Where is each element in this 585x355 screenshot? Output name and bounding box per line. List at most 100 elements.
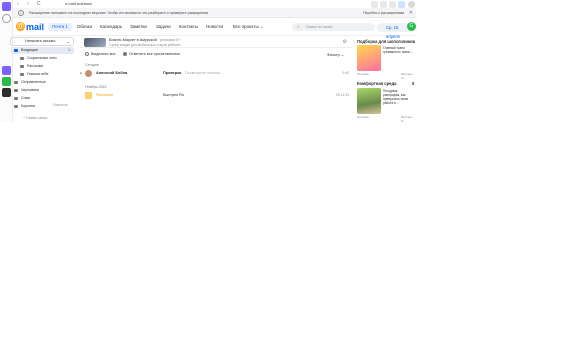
sidebar-item-drafts[interactable]: Черновики [11, 87, 74, 94]
sidebar-item-self[interactable]: Письма себе [17, 71, 74, 78]
ad-image[interactable] [357, 88, 381, 114]
nav-mail[interactable]: Почта 1 [48, 23, 72, 31]
tab-icon-1[interactable] [2, 2, 11, 11]
checkbox-icon [85, 52, 89, 56]
sidebar-item-newsletters[interactable]: Рассылки [17, 63, 74, 70]
ad-source: Быстрее 0+ [401, 115, 413, 123]
nav-notes[interactable]: Заметки [130, 23, 147, 31]
compose-button[interactable]: Написать письмо ⌄ [10, 37, 74, 46]
section-today: Сегодня [85, 63, 99, 67]
search-icon: ⌕ [297, 24, 300, 30]
message-list: Бизнес-Маркет в Амурской · реклама 0+ Су… [80, 36, 352, 124]
folder-label: Отправленные [21, 80, 46, 84]
ad-image[interactable] [357, 45, 381, 71]
logo-text: mail [26, 22, 45, 32]
self-mail-icon [20, 73, 24, 76]
address-bar[interactable]: e.mail.ru/inbox/ [65, 1, 92, 6]
sidebar-item-sent[interactable]: Отправленные [11, 79, 74, 86]
section-november: Ноябрь 2023 [85, 85, 107, 89]
snippet: Посмотрите письмо... [185, 71, 224, 75]
subject: Быстрее Ru [163, 93, 185, 97]
nav-news[interactable]: Новости [206, 23, 223, 31]
at-icon: @ [16, 22, 25, 31]
folder-label: Корзина [21, 104, 35, 108]
sent-icon [14, 81, 18, 84]
table-row[interactable]: Рассылки Быстрее Ru 09.11.23 [80, 91, 352, 100]
ad-tag: Реклама [357, 72, 369, 76]
search-placeholder: Поиск по почте [306, 25, 333, 29]
trash-icon [14, 105, 18, 108]
back-icon[interactable]: ‹ [17, 1, 19, 7]
info-icon: i [18, 10, 24, 16]
folder-label: Социальные сети [27, 56, 57, 60]
folder-label: Черновики [21, 88, 39, 92]
extension-icon-2[interactable] [380, 1, 387, 8]
folder-label: Входящие [21, 48, 39, 52]
extension-icon-3[interactable] [389, 1, 396, 8]
select-all-label: Выделить все [91, 52, 116, 56]
sidebar-item-social[interactable]: Социальные сети [17, 55, 74, 62]
ad-section-title: Комфортная среда [357, 81, 397, 86]
extension-infobar: i Расширение наложено на последних верси… [13, 8, 416, 18]
compose-label: Написать письмо [25, 39, 56, 43]
app-icon-3[interactable] [2, 88, 11, 97]
extension-icon-1[interactable] [371, 1, 378, 8]
clear-trash-link[interactable]: Очистить [53, 103, 68, 107]
infobar-message: Расширение наложено на последних версиях… [29, 11, 209, 15]
tab-icon-2[interactable] [2, 14, 11, 23]
reload-icon[interactable]: C [37, 1, 41, 7]
social-icon [20, 57, 24, 60]
date: 09.11.23 [336, 93, 349, 97]
mark-read-button[interactable]: Отметить все прочитанными [123, 52, 180, 56]
select-all-button[interactable]: Выделить все [85, 52, 116, 56]
forward-icon[interactable]: › [27, 1, 29, 7]
unread-count: 1 [68, 48, 70, 52]
mark-read-label: Отметить все прочитанными [129, 52, 180, 56]
promo-title: Бизнес-Маркет в Амурской [109, 38, 157, 42]
avatar[interactable]: G [407, 22, 416, 31]
read-dot-icon [123, 52, 127, 56]
mail-header: @ mail Почта 1 Облако Календарь Заметки З… [13, 18, 416, 39]
close-icon[interactable]: ✕ [409, 10, 413, 16]
folder-label: Рассылки [27, 64, 44, 68]
app-icon-1[interactable] [2, 66, 11, 75]
ad-text[interactable]: Главный ткани гремяшного ткани ... [383, 46, 415, 54]
table-row[interactable]: ● Анатолий Бобов Проверка Посмотрите пис… [80, 69, 352, 78]
sidebar-item-spam[interactable]: Спам [11, 95, 74, 102]
gear-icon[interactable]: ⚙ [343, 39, 347, 45]
promo-image [84, 38, 106, 47]
filter-button[interactable]: Фильтр ⌄ [327, 52, 344, 57]
ad-column: Подборка для шопоголиков Главный ткани г… [356, 36, 416, 124]
extension-icon-4[interactable] [398, 1, 405, 8]
app-icon-2[interactable] [2, 77, 11, 86]
folder-label: Письма себе [27, 72, 49, 76]
infobar-link[interactable]: Перейти к расширениям [363, 11, 404, 15]
new-folder-link[interactable]: + Новая папка [23, 116, 47, 120]
inbox-icon [14, 49, 18, 52]
nav-contacts[interactable]: Контакты [179, 23, 198, 31]
ad-section-mark: 5 [412, 81, 415, 86]
sender: Рассылки [96, 93, 114, 97]
promo-banner[interactable]: Бизнес-Маркет в Амурской · реклама 0+ Су… [80, 36, 352, 48]
spam-icon [14, 97, 18, 100]
sidebar-item-inbox[interactable]: Входящие 1 [11, 47, 74, 54]
search-input[interactable]: ⌕ Поиск по почте [292, 23, 375, 31]
list-toolbar: Выделить все Отметить все прочитанными Ф… [80, 51, 352, 59]
newsletter-folder-icon [85, 92, 92, 99]
subject: Проверка [163, 71, 182, 75]
ad-section-title: Подборка для шопоголиков [357, 39, 416, 44]
ad-text[interactable]: Погодные распродаж, как превратить свою … [383, 89, 415, 105]
mail-logo[interactable]: @ mail [16, 22, 44, 32]
chevron-down-icon[interactable]: ⌄ [67, 38, 70, 45]
profile-icon[interactable] [408, 1, 415, 8]
nav-calendar[interactable]: Календарь [100, 23, 122, 31]
nav-tasks[interactable]: Задачи [156, 23, 171, 31]
sender: Анатолий Бобов [96, 71, 128, 75]
nav-cloud[interactable]: Облако [77, 23, 92, 31]
nav-all-projects[interactable]: Все проекты ⌄ [233, 23, 264, 31]
ad-label: · реклама 0+ [157, 38, 181, 42]
date: 0:40 [342, 71, 349, 75]
newsletter-icon [20, 65, 24, 68]
folder-label: Спам [21, 96, 31, 100]
avatar [85, 70, 92, 77]
